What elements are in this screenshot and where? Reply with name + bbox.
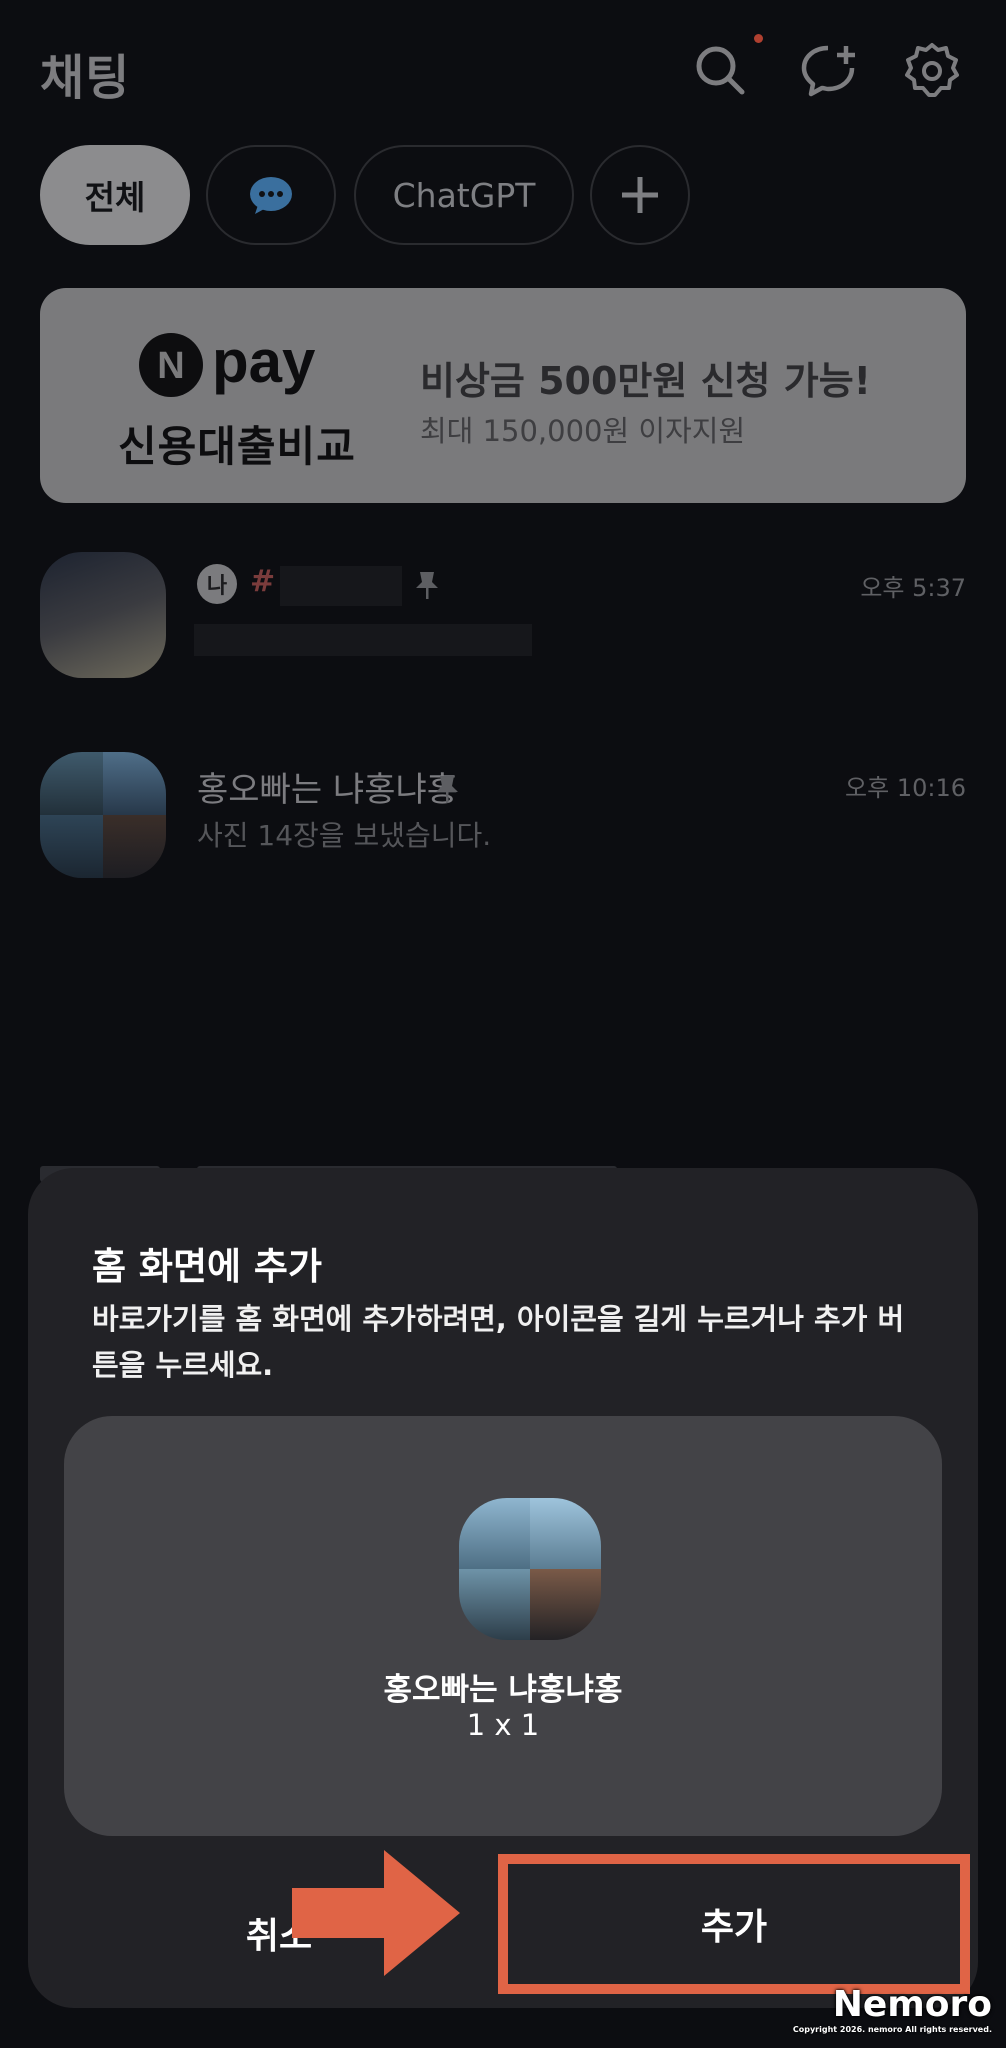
plus-icon — [622, 177, 658, 213]
watermark-copyright: Copyright 2026. nemoro All rights reserv… — [792, 2025, 992, 2034]
watermark: Nemoro Copyright 2026. nemoro All rights… — [792, 1984, 992, 2035]
chip-all[interactable]: 전체 — [40, 145, 190, 245]
settings-icon[interactable] — [902, 40, 962, 100]
chip-chatgpt[interactable]: ChatGPT — [354, 145, 574, 245]
add-to-home-sheet: 홈 화면에 추가 바로가기를 홈 화면에 추가하려면, 아이콘을 길게 누르거나… — [28, 1168, 978, 2008]
svg-text:pay: pay — [212, 330, 316, 395]
shortcut-icon[interactable] — [459, 1498, 601, 1640]
avatar — [40, 752, 166, 878]
banner-brand-subtitle: 신용대출비교 — [118, 422, 356, 471]
chat-name: 홍오빠는 냐홍냐홍 — [197, 770, 459, 810]
add-button[interactable]: 추가 — [498, 1854, 970, 1994]
avatar — [40, 552, 166, 678]
chat-list-item[interactable]: 홍오빠는 냐홍냐홍 사진 14장을 보냈습니다. 오후 10:16 — [40, 752, 966, 882]
redacted-message — [194, 624, 532, 656]
pin-icon — [416, 572, 438, 599]
new-chat-icon[interactable] — [798, 40, 858, 100]
search-icon[interactable] — [690, 40, 750, 100]
page-title: 채팅 — [40, 50, 131, 106]
ad-banner[interactable]: N pay 신용대출비교 비상금 500만원 신청 가능! 최대 150,000… — [40, 288, 966, 503]
chat-time: 오후 5:37 — [860, 574, 966, 602]
chat-last-message: 사진 14장을 보냈습니다. — [197, 819, 492, 852]
npay-logo: N pay — [139, 330, 316, 397]
chat-bubble-icon — [250, 177, 292, 214]
chat-time: 오후 10:16 — [845, 774, 966, 802]
shortcut-size: 1 x 1 — [466, 1708, 540, 1742]
sheet-description: 바로가기를 홈 화면에 추가하려면, 아이콘을 길게 누르거나 추가 버튼을 누… — [92, 1302, 905, 1382]
notification-dot — [754, 34, 763, 43]
chat-list-item[interactable]: 나 # 오후 5:37 — [40, 552, 966, 682]
shortcut-preview: 홍오빠는 냐홍냐홍 1 x 1 — [64, 1416, 942, 1836]
sheet-title: 홈 화면에 추가 — [92, 1245, 323, 1288]
shortcut-name: 홍오빠는 냐홍냐홍 — [383, 1672, 623, 1708]
chip-chat-bubble[interactable] — [206, 145, 336, 245]
banner-description: 최대 150,000원 이자지원 — [420, 414, 746, 448]
pin-icon — [436, 776, 458, 803]
arrow-annotation-icon — [292, 1850, 460, 1976]
hash-icon: # — [250, 564, 276, 599]
banner-title: 비상금 500만원 신청 가능! — [420, 359, 871, 403]
watermark-brand: Nemoro — [832, 1984, 992, 2025]
redacted-name — [280, 566, 402, 606]
chip-add[interactable] — [590, 145, 690, 245]
svg-text:N: N — [157, 345, 184, 387]
me-badge: 나 — [197, 564, 237, 604]
